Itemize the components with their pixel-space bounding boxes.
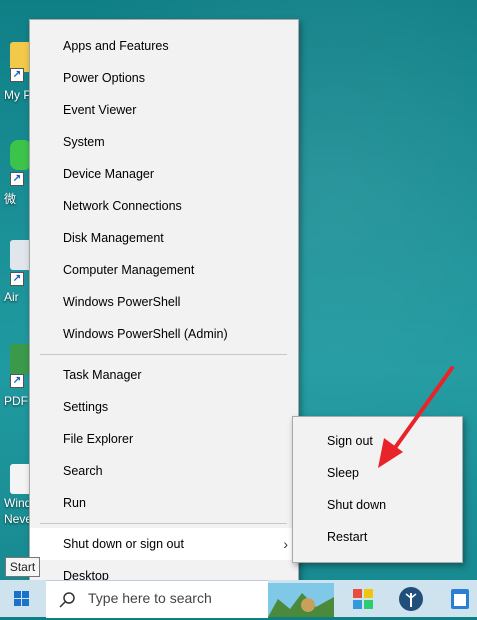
menu-item-windows-powershell-admin[interactable]: Windows PowerShell (Admin): [30, 318, 298, 350]
start-tooltip: Start: [5, 557, 40, 577]
menu-item-run[interactable]: Run: [30, 487, 298, 519]
menu-item-label: System: [63, 135, 105, 149]
menu-item-network-connections[interactable]: Network Connections: [30, 190, 298, 222]
news-widget-icon[interactable]: [268, 583, 334, 617]
menu-item-event-viewer[interactable]: Event Viewer: [30, 94, 298, 126]
menu-item-label: Search: [63, 464, 103, 478]
menu-item-apps-and-features[interactable]: Apps and Features: [30, 30, 298, 62]
menu-item-shut-down-or-sign-out[interactable]: Shut down or sign out ›: [30, 528, 298, 560]
menu-item-label: Windows PowerShell (Admin): [63, 327, 228, 341]
menu-item-label: Computer Management: [63, 263, 195, 277]
shutdown-submenu: Sign out Sleep Shut down Restart: [292, 416, 463, 563]
menu-item-computer-management[interactable]: Computer Management: [30, 254, 298, 286]
submenu-item-sleep[interactable]: Sleep: [293, 457, 462, 489]
desktop-icon-label: 微: [4, 192, 17, 206]
menu-separator: [40, 523, 287, 524]
menu-item-power-options[interactable]: Power Options: [30, 62, 298, 94]
tree-app-icon[interactable]: [397, 585, 425, 613]
shortcut-arrow-icon: ↗: [10, 374, 24, 388]
desktop-icon-label: Neve: [4, 512, 33, 526]
search-icon: [59, 592, 75, 608]
menu-item-label: Device Manager: [63, 167, 155, 181]
menu-item-search[interactable]: Search: [30, 455, 298, 487]
blue-window-icon: [451, 589, 469, 609]
menu-item-label: Disk Management: [63, 231, 164, 245]
menu-item-label: Apps and Features: [63, 39, 169, 53]
shortcut-arrow-icon: ↗: [10, 172, 24, 186]
windows-logo-icon: [14, 591, 29, 606]
submenu-item-label: Restart: [327, 530, 368, 544]
winx-context-menu: Apps and Features Power Options Event Vi…: [29, 19, 299, 598]
start-button[interactable]: [0, 580, 46, 617]
menu-item-file-explorer[interactable]: File Explorer: [30, 423, 298, 455]
desktop-icon-label: PDF: [4, 394, 28, 408]
menu-item-label: Event Viewer: [63, 103, 137, 117]
submenu-item-restart[interactable]: Restart: [293, 521, 462, 553]
chevron-right-icon: ›: [283, 536, 288, 552]
menu-item-windows-powershell[interactable]: Windows PowerShell: [30, 286, 298, 318]
submenu-item-shut-down[interactable]: Shut down: [293, 489, 462, 521]
app-grid-icon[interactable]: [349, 585, 377, 613]
menu-item-disk-management[interactable]: Disk Management: [30, 222, 298, 254]
taskbar: Type here to search: [0, 580, 477, 618]
shortcut-arrow-icon: ↗: [10, 68, 24, 82]
colorful-grid-icon: [353, 589, 373, 609]
tree-circle-icon: [399, 587, 423, 611]
menu-item-label: Task Manager: [63, 368, 142, 382]
desktop-icon-label: Air: [4, 290, 19, 304]
menu-item-settings[interactable]: Settings: [30, 391, 298, 423]
submenu-item-sign-out[interactable]: Sign out: [293, 425, 462, 457]
search-placeholder: Type here to search: [88, 590, 212, 606]
menu-item-device-manager[interactable]: Device Manager: [30, 158, 298, 190]
taskbar-search-box[interactable]: Type here to search: [46, 580, 268, 618]
menu-item-label: Run: [63, 496, 86, 510]
menu-item-task-manager[interactable]: Task Manager: [30, 359, 298, 391]
menu-item-label: Settings: [63, 400, 109, 414]
menu-item-label: Windows PowerShell: [63, 295, 181, 309]
submenu-item-label: Sign out: [327, 434, 373, 448]
shortcut-arrow-icon: ↗: [10, 272, 24, 286]
submenu-item-label: Sleep: [327, 466, 359, 480]
menu-item-label: Shut down or sign out: [63, 537, 184, 551]
menu-item-label: Network Connections: [63, 199, 182, 213]
menu-item-label: Power Options: [63, 71, 145, 85]
submenu-item-label: Shut down: [327, 498, 387, 512]
window-app-icon[interactable]: [446, 585, 474, 613]
menu-separator: [40, 354, 287, 355]
desktop-icon-label: Wind: [4, 496, 32, 510]
landscape-icon: [268, 583, 334, 617]
menu-item-label: File Explorer: [63, 432, 134, 446]
menu-item-system[interactable]: System: [30, 126, 298, 158]
desktop-icon-label: My P: [4, 88, 32, 102]
